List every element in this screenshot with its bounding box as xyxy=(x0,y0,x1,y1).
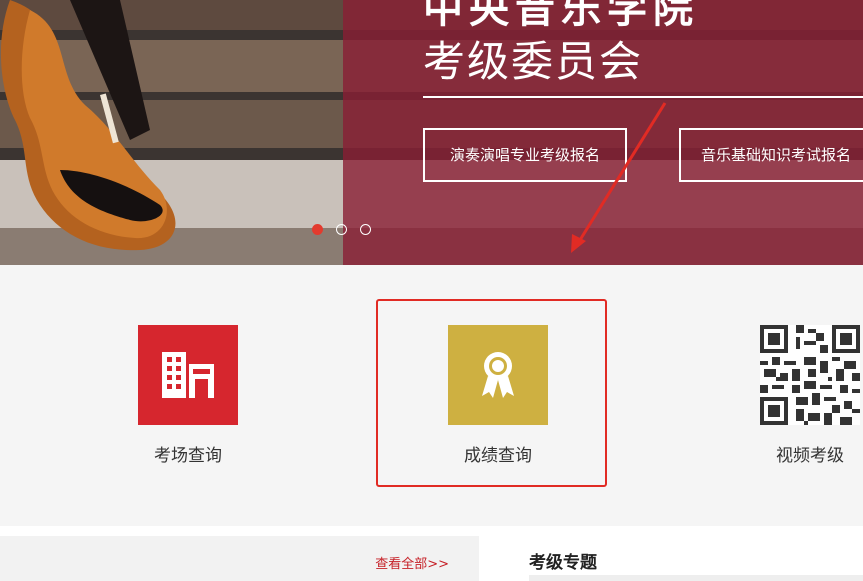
service-label: 考场查询 xyxy=(154,446,222,466)
carousel-dot-1[interactable] xyxy=(312,224,323,235)
service-exam-venue[interactable]: 考场查询 xyxy=(138,325,238,466)
carousel-dot-3[interactable] xyxy=(360,224,371,235)
building-icon xyxy=(162,352,214,398)
qr-code-icon xyxy=(760,325,860,425)
news-panel: 查看全部>> xyxy=(0,536,479,581)
service-label: 视频考级 xyxy=(776,446,844,466)
banner-subtitle: 考级委员会 xyxy=(423,37,644,86)
topics-heading: 考级专题 xyxy=(529,553,597,573)
hero-banner: 中央音乐学院 考级委员会 演奏演唱专业考级报名 音乐基础知识考试报名 xyxy=(0,0,863,265)
video-exam-tile[interactable] xyxy=(760,325,860,425)
banner-divider xyxy=(423,96,863,98)
highlight-box xyxy=(376,299,607,487)
performance-exam-signup-button[interactable]: 演奏演唱专业考级报名 xyxy=(423,128,627,182)
view-all-link[interactable]: 查看全部>> xyxy=(375,553,449,572)
exam-venue-tile[interactable] xyxy=(138,325,238,425)
service-video-exam[interactable]: 视频考级 xyxy=(760,325,860,466)
carousel-dot-2[interactable] xyxy=(336,224,347,235)
music-theory-exam-signup-button[interactable]: 音乐基础知识考试报名 xyxy=(679,128,863,182)
topics-panel xyxy=(529,575,863,581)
